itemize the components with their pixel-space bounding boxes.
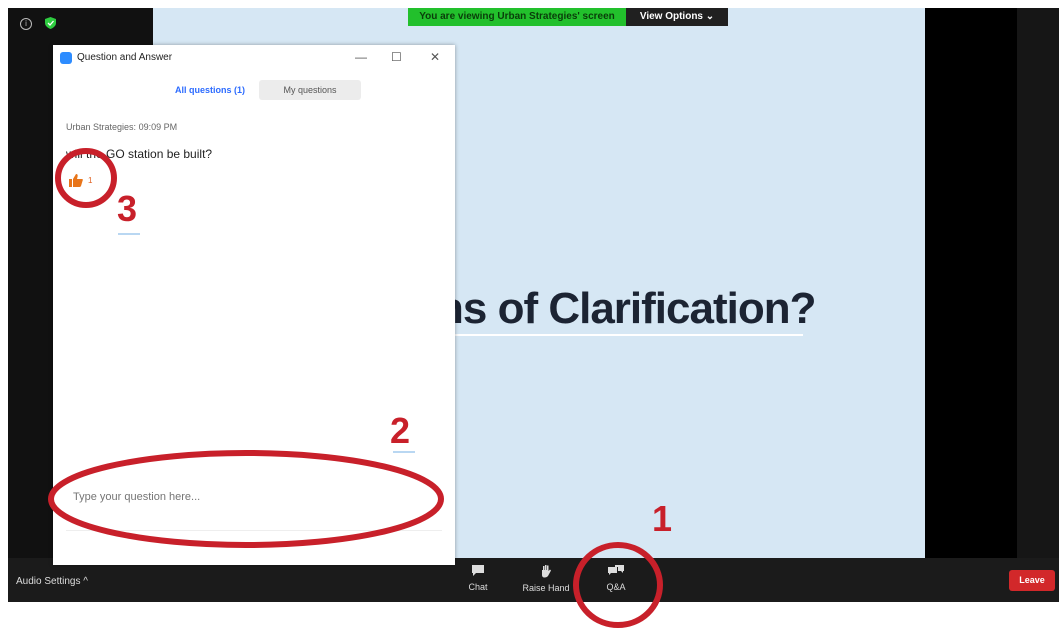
annotation-underline-2	[393, 451, 415, 453]
annotation-number-1: 1	[652, 498, 673, 539]
annotation-number-2: 2	[390, 410, 411, 451]
annotation-circle-2	[48, 450, 444, 548]
annotation-underline-3	[118, 233, 140, 235]
annotation-circle-3	[55, 148, 117, 208]
annotation-circle-1	[573, 542, 663, 628]
annotation-number-3: 3	[117, 188, 138, 229]
annotation-layer	[48, 148, 663, 628]
